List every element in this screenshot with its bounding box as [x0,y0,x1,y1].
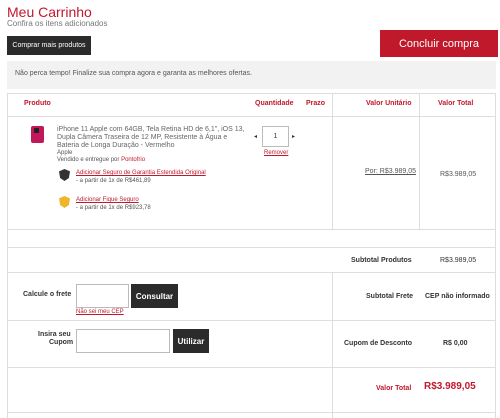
divider [7,116,496,117]
apply-coupon-button[interactable]: Utilizar [173,329,209,353]
item-total-price: R$3.989,05 [440,171,477,178]
subtotal-products-label: Subtotal Produtos [351,257,412,264]
add-fique-seguro-link[interactable]: Adicionar Fique Seguro [76,197,139,203]
calculate-freight-button[interactable]: Consultar [131,284,178,308]
divider [7,412,496,413]
column-header-deadline: Prazo [306,100,326,107]
fique-seguro-price: - a partir de 1x de R$923,78 [76,205,151,211]
quantity-input[interactable]: 1 [262,126,289,147]
page-title: Meu Carrinho [7,4,92,20]
discount-value: R$ 0,00 [443,340,468,347]
cep-unknown-link[interactable]: Não sei meu CEP [76,309,124,315]
coupon-prompt-line-2: Cupom [49,339,74,346]
freight-prompt: Calcule o frete [23,291,72,298]
extended-warranty-price: - a partir de 1x de R$461,89 [76,178,151,184]
product-image[interactable] [31,126,44,143]
subtotal-freight-value: CEP não informado [425,293,490,300]
column-header-quantity: Quantidade [255,100,294,107]
product-seller: Vendido e entregue por Pontofrio [57,157,145,163]
divider [7,272,496,273]
subtotal-products-value: R$3.989,05 [440,257,477,264]
divider [7,247,496,248]
divider [7,93,496,94]
column-header-total-price: Valor Total [438,100,474,107]
subtotal-freight-label: Subtotal Frete [366,293,414,300]
divider [7,367,496,368]
column-divider [419,93,420,229]
coupon-prompt-line-1: Insira seu [38,331,71,338]
more-products-button[interactable]: Comprar mais produtos [7,36,91,55]
seller-link[interactable]: Pontofrio [121,157,145,163]
seller-prefix: Vendido e entregue por [57,157,120,163]
grand-total-label: Valor Total [376,385,412,392]
coupon-input[interactable] [76,329,170,353]
page-subtitle: Confira os itens adicionados [7,19,108,28]
cep-input[interactable] [76,284,129,308]
grand-total-value: R$3.989,05 [424,381,476,392]
column-header-product: Produto [24,100,51,107]
add-extended-warranty-link[interactable]: Adicionar Seguro de Garantia Estendida O… [76,170,206,176]
notice-banner: Não perca tempo! Finalize sua compra ago… [7,61,496,89]
column-header-unit-price: Valor Unitário [366,100,412,107]
product-name[interactable]: iPhone 11 Apple com 64GB, Tela Retina HD… [57,126,247,150]
discount-label: Cupom de Desconto [344,340,413,347]
checkout-button[interactable]: Concluir compra [380,30,498,57]
remove-item-link[interactable]: Remover [264,150,288,156]
arrow-left-icon[interactable]: ◂ [254,133,257,140]
column-divider [332,272,333,418]
column-divider [332,93,333,229]
unit-price: Por: R$3.989,05 [365,168,416,175]
arrow-right-icon[interactable]: ▸ [292,133,295,140]
divider [7,320,496,321]
divider [7,229,496,230]
product-brand: Apple [57,150,73,156]
